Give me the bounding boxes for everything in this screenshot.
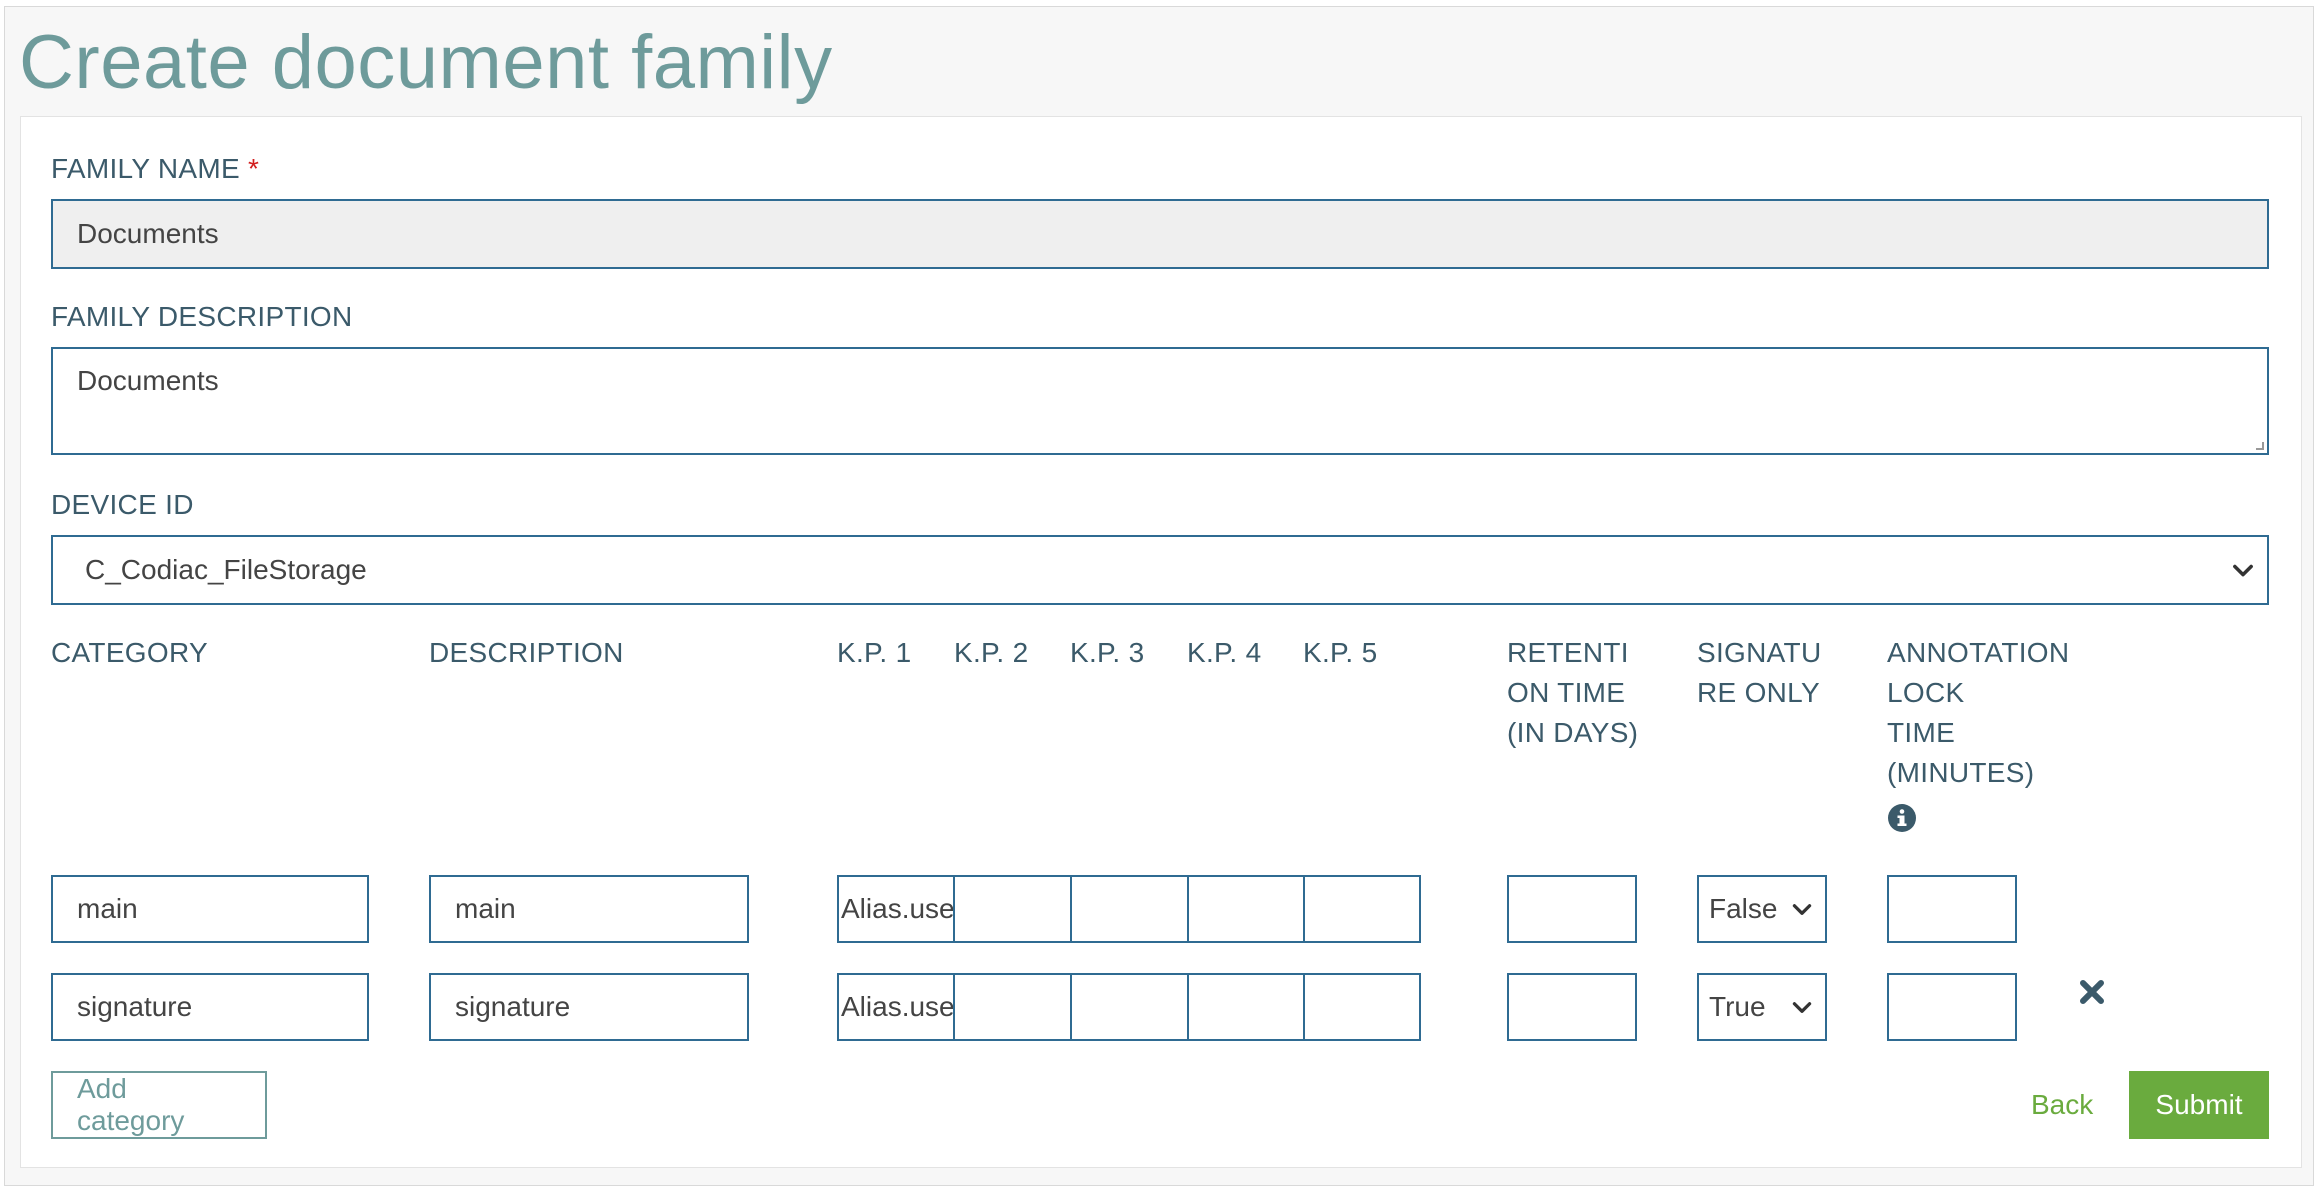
category-input[interactable]: signature [51,973,369,1041]
device-id-select[interactable]: C_Codiac_FileStorage [51,535,2269,605]
family-name-input[interactable]: Documents [51,199,2269,269]
kp5-input[interactable] [1303,875,1421,943]
col-header-signature-only: SIGNATU RE ONLY [1697,633,1821,713]
kp3-input[interactable] [1070,973,1189,1041]
chevron-down-icon [1792,904,1812,915]
category-value: signature [77,991,193,1022]
kp5-input[interactable] [1303,973,1421,1041]
family-name-value: Documents [77,218,219,249]
page-title: Create document family [19,20,833,105]
kp1-value: Alias.user [841,991,955,1022]
col-header-retention: RETENTI ON TIME (IN DAYS) [1507,633,1638,753]
description-input[interactable]: signature [429,973,749,1041]
col-header-kp3: K.P. 3 [1070,637,1145,668]
col-header-kp4: K.P. 4 [1187,637,1262,668]
kp4-input[interactable] [1187,875,1305,943]
category-input[interactable]: main [51,875,369,943]
col-header-kp2: K.P. 2 [954,637,1029,668]
family-name-label-text: FAMILY NAME [51,153,240,184]
signature-only-select[interactable]: False [1697,875,1827,943]
kp4-input[interactable] [1187,973,1305,1041]
kp1-value: Alias.user [841,893,955,924]
family-name-label: FAMILY NAME * [51,149,259,189]
signature-only-value: True [1709,991,1766,1022]
resize-grip-icon[interactable] [2256,442,2264,450]
family-description-textarea[interactable]: Documents [51,347,2269,455]
col-header-annotation-lock-text: ANNOTATION LOCK TIME (MINUTES) [1887,637,2070,788]
signature-only-select[interactable]: True [1697,973,1827,1041]
retention-input[interactable] [1507,875,1637,943]
chevron-down-icon [1792,1002,1812,1013]
device-id-selected: C_Codiac_FileStorage [85,554,367,585]
kp2-input[interactable] [953,973,1072,1041]
kp1-input[interactable]: Alias.user [837,973,955,1041]
chevron-down-icon [2233,564,2253,577]
close-x-icon[interactable] [2077,977,2107,1007]
col-header-kp5: K.P. 5 [1303,637,1378,668]
signature-only-value: False [1709,893,1778,924]
add-category-button[interactable]: Add category [51,1071,267,1139]
col-header-description: DESCRIPTION [429,637,624,668]
description-value: signature [455,991,571,1022]
family-description-label: FAMILY DESCRIPTION [51,301,353,332]
kp2-input[interactable] [953,875,1072,943]
col-header-retention-text: RETENTI ON TIME (IN DAYS) [1507,637,1639,748]
annotation-lock-input[interactable] [1887,973,2017,1041]
description-input[interactable]: main [429,875,749,943]
col-header-annotation-lock: ANNOTATION LOCK TIME (MINUTES) [1887,633,2069,793]
retention-input[interactable] [1507,973,1637,1041]
device-id-label: DEVICE ID [51,489,194,520]
form-card: FAMILY NAME * Documents FAMILY DESCRIPTIO… [20,116,2302,1168]
col-header-kp1: K.P. 1 [837,637,912,668]
col-header-signature-only-text: SIGNATU RE ONLY [1697,637,1822,708]
family-description-value: Documents [77,365,219,396]
kp1-input[interactable]: Alias.user [837,875,955,943]
col-header-category: CATEGORY [51,637,208,668]
annotation-lock-input[interactable] [1887,875,2017,943]
back-link[interactable]: Back [2031,1071,2093,1139]
description-value: main [455,893,516,924]
submit-button[interactable]: Submit [2129,1071,2269,1139]
kp3-input[interactable] [1070,875,1189,943]
category-value: main [77,893,138,924]
info-circle-icon[interactable] [1887,803,1917,833]
required-asterisk: * [247,153,260,184]
